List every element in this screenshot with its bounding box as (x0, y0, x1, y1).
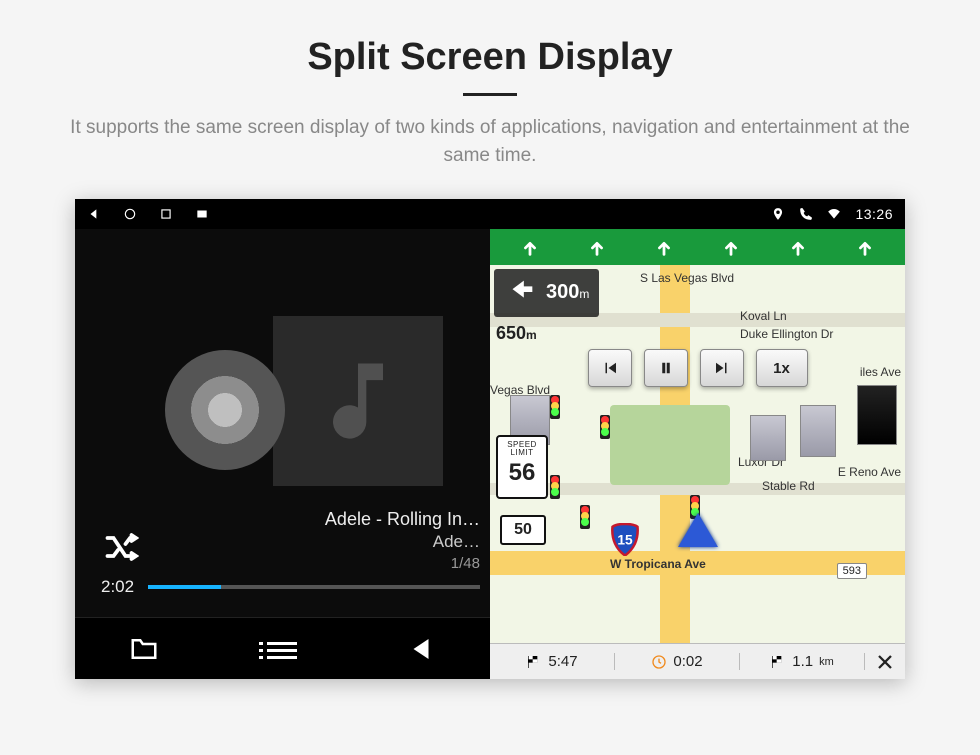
status-clock: 13:26 (855, 206, 893, 222)
title-divider (463, 93, 517, 96)
park-block (610, 405, 730, 485)
building-icon (800, 405, 836, 457)
street-label: Stable Rd (762, 479, 815, 493)
street-label: Koval Ln (740, 309, 787, 323)
address-pill: 593 (837, 563, 867, 579)
nav-bottom-bar: 5:47 0:02 1.1 km (490, 643, 905, 679)
lane-arrow-icon (584, 234, 610, 260)
map-canvas[interactable]: S Las Vegas Blvd Koval Ln Duke Ellington… (490, 265, 905, 643)
lane-arrow-icon (517, 234, 543, 260)
street-label: iles Ave (860, 365, 901, 379)
close-icon (876, 653, 894, 671)
arrival-time: 5:47 (548, 653, 577, 670)
location-icon (771, 207, 785, 221)
remaining-distance: 1.1 (792, 653, 813, 670)
navigation-pane: S Las Vegas Blvd Koval Ln Duke Ellington… (490, 199, 905, 679)
speed-limit-value: 56 (498, 459, 546, 487)
shuffle-button[interactable] (103, 529, 139, 570)
next-turn-distance: 650m (496, 323, 537, 344)
previous-button[interactable] (352, 618, 490, 679)
progress-row: 2:02 (101, 577, 480, 597)
recents-icon[interactable] (159, 207, 173, 221)
page-title: Split Screen Display (0, 36, 980, 79)
turn-left-icon (504, 275, 538, 309)
track-index: 1/48 (325, 554, 480, 574)
lane-arrow-icon (785, 234, 811, 260)
traffic-light-icon (600, 415, 610, 439)
simulation-controls: 1x (588, 349, 808, 387)
sim-speed-button[interactable]: 1x (756, 349, 808, 387)
turn-distance-unit: m (579, 287, 589, 301)
sim-prev-button[interactable] (588, 349, 632, 387)
back-icon[interactable] (87, 207, 101, 221)
folder-button[interactable] (75, 618, 213, 679)
turn-distance: 300 (546, 281, 579, 303)
status-bar: 13:26 (75, 199, 905, 229)
page-subtitle: It supports the same screen display of t… (50, 114, 930, 169)
arrival-time-cell[interactable]: 5:47 (490, 653, 615, 670)
clock-icon (651, 654, 667, 670)
svg-text:15: 15 (617, 532, 633, 547)
progress-bar[interactable] (148, 585, 480, 589)
music-note-icon (308, 351, 408, 451)
street-label: E Reno Ave (838, 465, 901, 479)
traffic-light-icon (580, 505, 590, 529)
traffic-light-icon (550, 475, 560, 499)
speed-limit-label: SPEED LIMIT (498, 441, 546, 457)
turn-panel: 300m (494, 269, 599, 317)
flag-icon (526, 654, 542, 670)
cd-disc-icon (165, 350, 285, 470)
lane-arrow-icon (651, 234, 677, 260)
remaining-distance-cell[interactable]: 1.1 km (740, 653, 865, 670)
lane-arrow-icon (718, 234, 744, 260)
album-art-placeholder (273, 316, 443, 486)
track-artist: Ade… (325, 531, 480, 554)
device-frame: 13:26 Adele - Rolling In… Ade… 1/48 2:02 (75, 199, 905, 679)
building-icon (750, 415, 786, 461)
sim-pause-button[interactable] (644, 349, 688, 387)
street-label: S Las Vegas Blvd (640, 271, 734, 285)
music-pane: Adele - Rolling In… Ade… 1/48 2:02 (75, 199, 490, 679)
track-title: Adele - Rolling In… (325, 507, 480, 531)
music-bottom-bar (75, 617, 490, 679)
wifi-icon (827, 207, 841, 221)
screenshot-icon[interactable] (195, 207, 209, 221)
lane-arrow-icon (852, 234, 878, 260)
speed-limit-sign: SPEED LIMIT 56 (496, 435, 548, 499)
phone-icon (799, 207, 813, 221)
playlist-button[interactable] (213, 618, 351, 679)
close-button[interactable] (865, 653, 905, 671)
traffic-light-icon (550, 395, 560, 419)
travel-time: 0:02 (673, 653, 702, 670)
home-icon[interactable] (123, 207, 137, 221)
track-info: Adele - Rolling In… Ade… 1/48 (325, 507, 480, 574)
vehicle-position-icon (678, 513, 718, 547)
flag-icon (770, 654, 786, 670)
street-label: Duke Ellington Dr (740, 327, 833, 341)
street-label: W Tropicana Ave (610, 557, 706, 571)
lane-guidance-bar (490, 229, 905, 265)
building-icon (857, 385, 897, 445)
interstate-shield: 15 (610, 523, 640, 555)
route-shield: 50 (500, 515, 546, 545)
sim-next-button[interactable] (700, 349, 744, 387)
list-icon (267, 638, 297, 660)
remaining-distance-unit: km (819, 656, 834, 668)
elapsed-time: 2:02 (101, 577, 134, 597)
travel-time-cell[interactable]: 0:02 (615, 653, 740, 670)
